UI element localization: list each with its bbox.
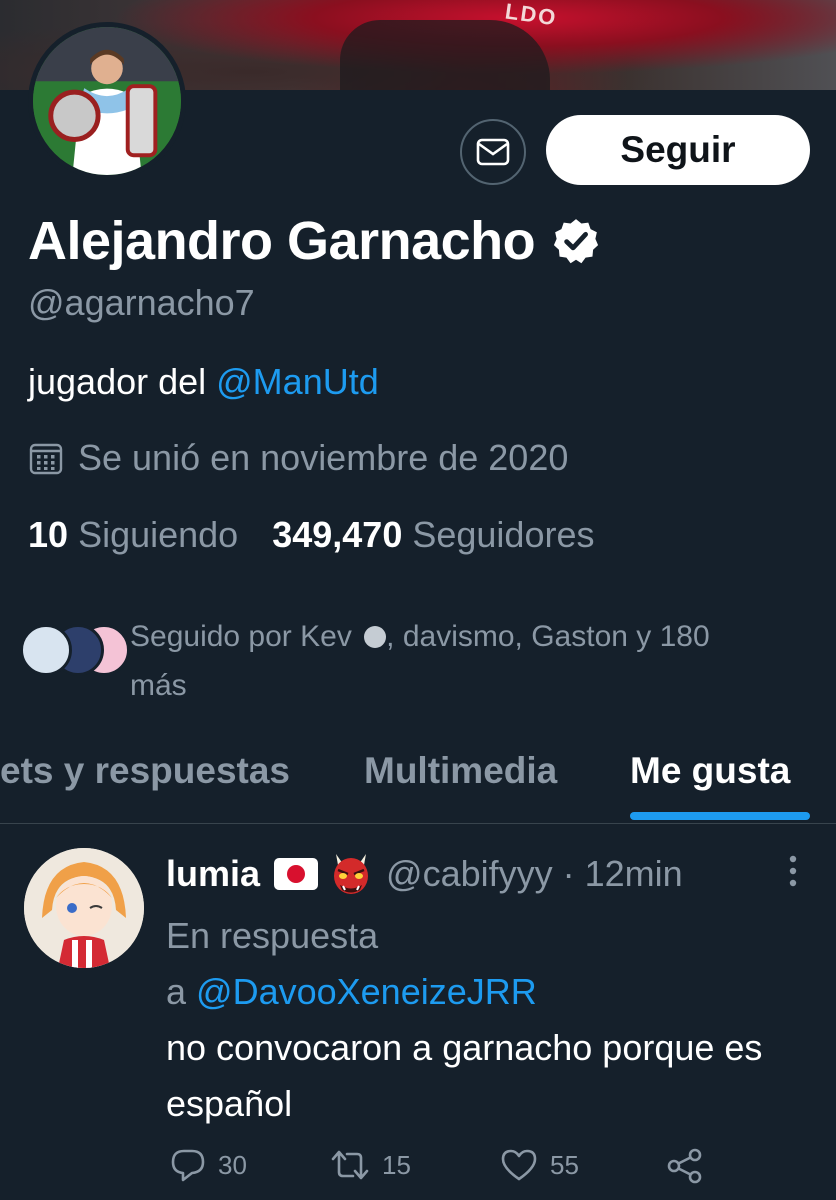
reply-context: En respuesta a @DavooXeneizeJRR [166, 908, 766, 1020]
join-date: Se unió en noviembre de 2020 [28, 437, 568, 479]
calendar-icon [29, 443, 63, 475]
profile-name-row: Alejandro Garnacho [28, 210, 601, 272]
active-tab-indicator [630, 812, 810, 820]
bio-mention-link[interactable]: @ManUtd [216, 361, 379, 402]
status-dot-icon [364, 626, 387, 648]
tweet-header: lumia @cabifyyy · 12min [166, 852, 683, 896]
retweet-count: 15 [382, 1149, 411, 1180]
follow-button[interactable]: Seguir [546, 115, 810, 185]
heart-icon [501, 1149, 537, 1181]
mail-icon [476, 138, 510, 166]
more-vertical-icon[interactable] [786, 854, 800, 888]
tweet-author-handle[interactable]: @cabifyyy [386, 853, 553, 895]
share-action[interactable] [666, 1148, 716, 1184]
tab-media[interactable]: Multimedia [364, 750, 557, 792]
following-stat[interactable]: 10 Siguiendo [28, 514, 238, 556]
followed-by-prefix: Seguido por Kev [130, 620, 352, 653]
profile-avatar[interactable] [28, 22, 186, 180]
retweet-icon [331, 1150, 369, 1180]
tweet-author-name[interactable]: lumia [166, 853, 260, 895]
tweet-actions: 30 15 55 [166, 1148, 706, 1192]
bio-text: jugador del [28, 361, 217, 402]
like-count: 55 [550, 1149, 579, 1180]
tab-tweets-replies[interactable]: ets y respuestas [0, 750, 290, 792]
reply-count: 30 [218, 1149, 247, 1180]
message-button[interactable] [460, 119, 526, 185]
reply-icon [171, 1149, 205, 1182]
reply-mention-link[interactable]: @DavooXeneizeJRR [196, 971, 537, 1012]
japan-flag-icon [274, 858, 319, 890]
followed-by[interactable]: Seguido por Kev , davismo, Gaston y 180 … [20, 612, 770, 710]
tweet-time-separator: · [552, 853, 585, 894]
verified-badge-icon[interactable] [551, 216, 601, 266]
following-label: Siguiendo [78, 514, 239, 555]
tweet-time[interactable]: 12min [585, 853, 683, 895]
followed-by-avatars [20, 624, 130, 684]
join-date-text: Se unió en noviembre de 2020 [78, 437, 569, 478]
profile-name: Alejandro Garnacho [28, 211, 536, 271]
banner-player-shape [340, 20, 550, 90]
tweet-body: no convocaron a garnacho porque es españ… [166, 1027, 763, 1124]
reply-action[interactable]: 30 [170, 1148, 247, 1182]
like-action[interactable]: 55 [500, 1148, 579, 1182]
tweet-avatar[interactable] [24, 848, 144, 968]
tab-likes[interactable]: Me gusta [630, 750, 790, 792]
followed-by-text: Seguido por Kev , davismo, Gaston y 180 … [130, 612, 770, 710]
follow-stats: 10 Siguiendo 349,470 Seguidores [28, 514, 629, 556]
profile-bio: jugador del @ManUtd [28, 361, 379, 403]
reply-prefix: En respuesta [166, 915, 379, 956]
followers-label: Seguidores [412, 514, 595, 555]
anime-avatar-image [24, 848, 144, 968]
avatar-photo [33, 27, 181, 175]
oni-mask-icon [334, 854, 369, 894]
followers-count: 349,470 [272, 514, 403, 555]
share-icon [667, 1148, 702, 1184]
followers-stat[interactable]: 349,470 Seguidores [272, 514, 594, 556]
reply-a: a [166, 971, 197, 1012]
profile-handle: @agarnacho7 [28, 282, 255, 323]
profile-tabs: ets y respuestas Multimedia Me gusta [0, 740, 836, 824]
following-count: 10 [28, 514, 69, 555]
follower-avatar [20, 624, 72, 676]
retweet-action[interactable]: 15 [330, 1148, 411, 1182]
